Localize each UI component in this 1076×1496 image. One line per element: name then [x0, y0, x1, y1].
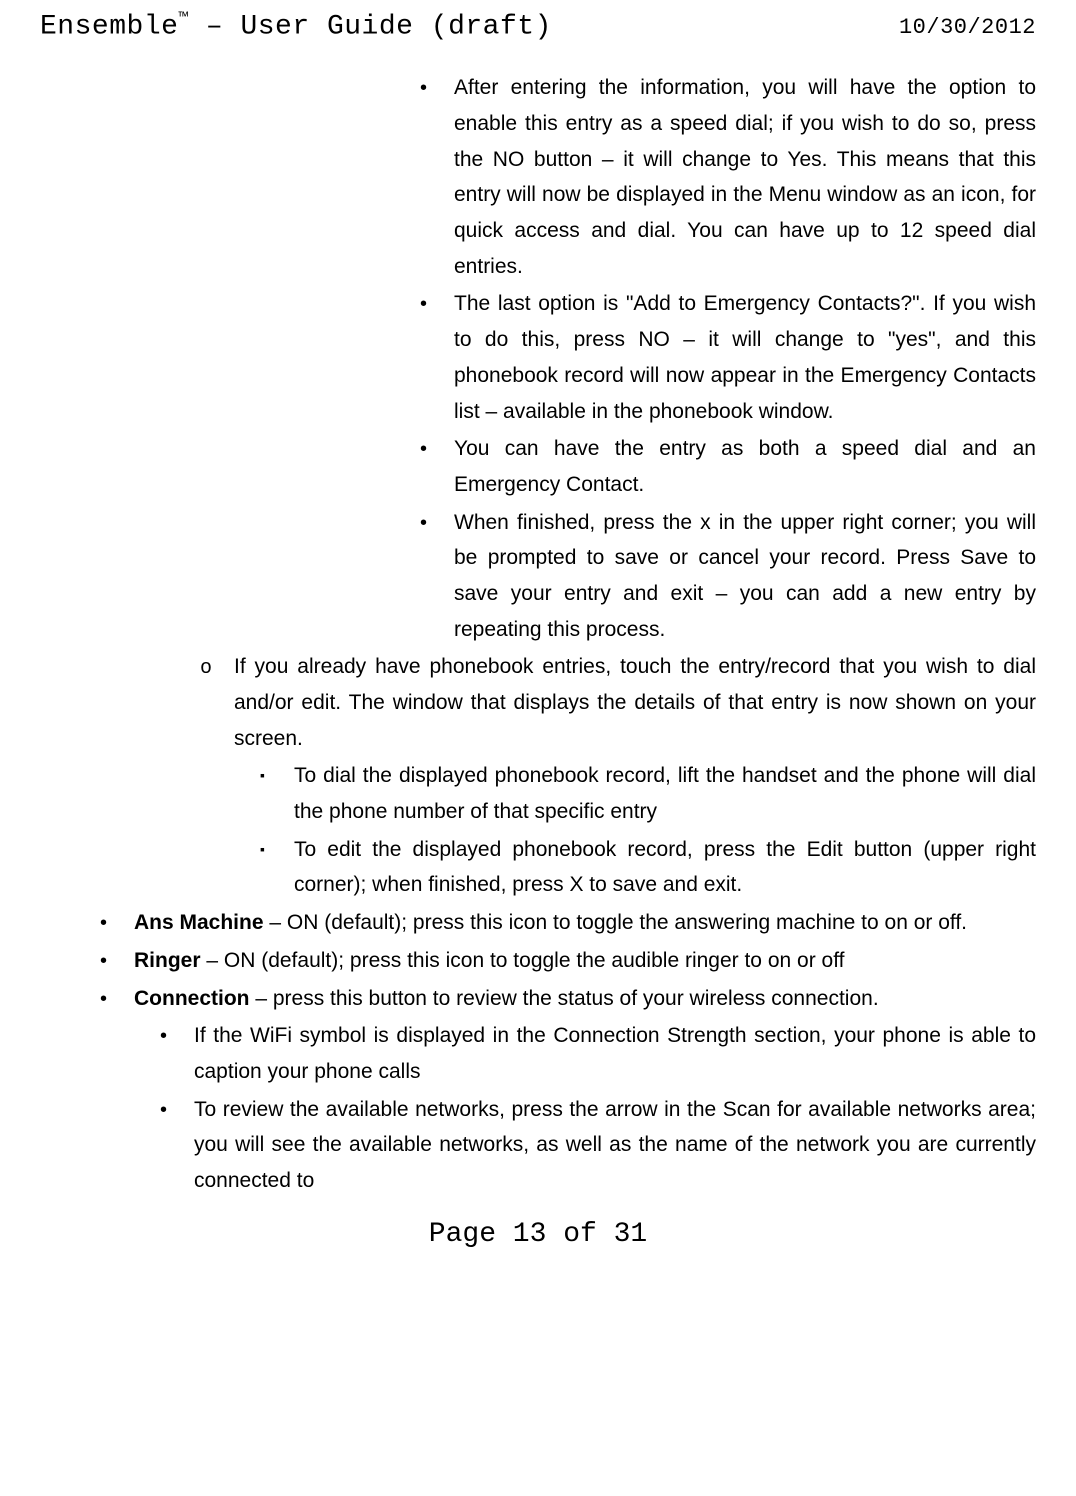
connection-label: Connection	[134, 987, 250, 1010]
list-item-text: Connection – press this button to review…	[134, 981, 1036, 1017]
list-item-ringer: Ringer – ON (default); press this icon t…	[40, 943, 1036, 979]
bullet-disc-icon	[420, 70, 454, 284]
list-item-text: If the WiFi symbol is displayed in the C…	[194, 1018, 1036, 1089]
document-page: Ensemble™ – User Guide (draft) 10/30/201…	[0, 0, 1076, 1270]
list-item-text: Ringer – ON (default); press this icon t…	[134, 943, 1036, 979]
list-item: If you already have phonebook entries, t…	[40, 649, 1036, 756]
bullet-disc-icon	[420, 505, 454, 648]
list-item-text: Ans Machine – ON (default); press this i…	[134, 905, 1036, 941]
list-item: You can have the entry as both a speed d…	[40, 431, 1036, 502]
header-title: Ensemble™ – User Guide (draft)	[40, 10, 552, 42]
list-item-text: When finished, press the x in the upper …	[454, 505, 1036, 648]
connection-desc: – press this button to review the status…	[250, 987, 879, 1010]
title-prefix: Ensemble	[40, 11, 178, 42]
list-item: When finished, press the x in the upper …	[40, 505, 1036, 648]
bullet-disc-icon	[100, 981, 134, 1017]
header-date: 10/30/2012	[899, 15, 1036, 40]
ans-machine-label: Ans Machine	[134, 911, 264, 934]
bullet-disc-icon	[160, 1018, 194, 1089]
page-footer: Page 13 of 31	[40, 1219, 1036, 1250]
document-body: After entering the information, you will…	[40, 70, 1036, 1198]
bullet-disc-icon	[420, 431, 454, 502]
ringer-desc: – ON (default); press this icon to toggl…	[201, 949, 845, 972]
title-suffix: – User Guide (draft)	[189, 11, 552, 42]
list-item-text: To dial the displayed phonebook record, …	[294, 758, 1036, 829]
bullet-disc-icon	[420, 286, 454, 429]
list-item: After entering the information, you will…	[40, 70, 1036, 284]
bullet-disc-icon	[160, 1092, 194, 1199]
list-item-text: If you already have phonebook entries, t…	[234, 649, 1036, 756]
list-item-connection: Connection – press this button to review…	[40, 981, 1036, 1017]
bullet-circle-icon	[200, 649, 234, 756]
list-item: If the WiFi symbol is displayed in the C…	[40, 1018, 1036, 1089]
bullet-square-icon	[260, 832, 294, 903]
bullet-disc-icon	[100, 905, 134, 941]
list-item-text: The last option is "Add to Emergency Con…	[454, 286, 1036, 429]
list-item-text: To review the available networks, press …	[194, 1092, 1036, 1199]
bullet-disc-icon	[100, 943, 134, 979]
ringer-label: Ringer	[134, 949, 201, 972]
ans-machine-desc: – ON (default); press this icon to toggl…	[264, 911, 968, 934]
list-item-text: After entering the information, you will…	[454, 70, 1036, 284]
bullet-square-icon	[260, 758, 294, 829]
page-header: Ensemble™ – User Guide (draft) 10/30/201…	[40, 10, 1036, 42]
list-item: To dial the displayed phonebook record, …	[40, 758, 1036, 829]
list-item: To edit the displayed phonebook record, …	[40, 832, 1036, 903]
list-item-ans-machine: Ans Machine – ON (default); press this i…	[40, 905, 1036, 941]
list-item-text: To edit the displayed phonebook record, …	[294, 832, 1036, 903]
list-item-text: You can have the entry as both a speed d…	[454, 431, 1036, 502]
trademark-symbol: ™	[178, 10, 188, 28]
list-item: The last option is "Add to Emergency Con…	[40, 286, 1036, 429]
list-item: To review the available networks, press …	[40, 1092, 1036, 1199]
